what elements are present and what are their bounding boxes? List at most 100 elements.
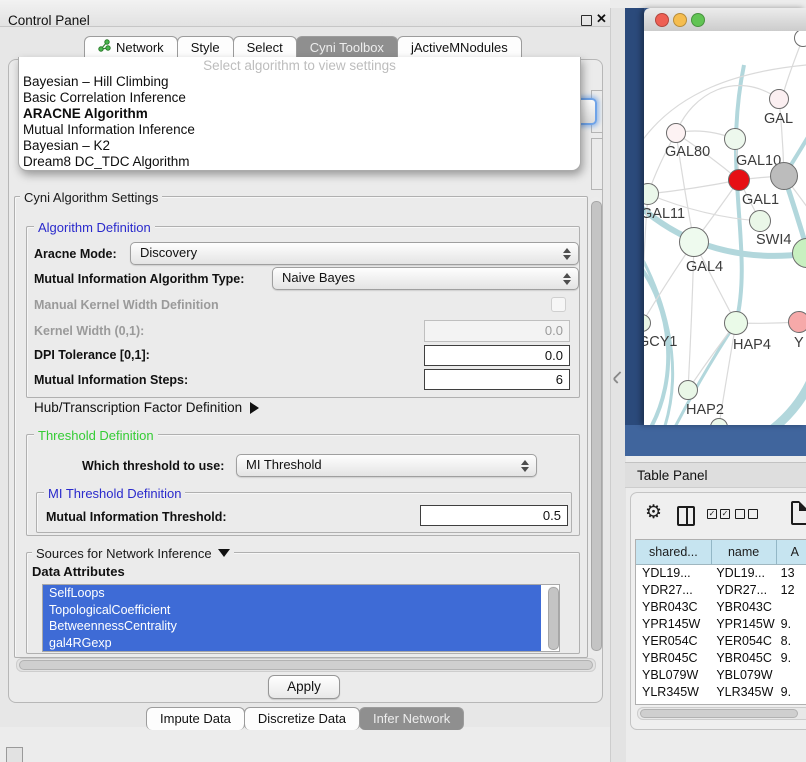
network-node[interactable]: [770, 162, 798, 190]
settings-horizontal-scrollbar[interactable]: [16, 658, 596, 672]
tab-cyni-toolbox[interactable]: Cyni Toolbox: [296, 36, 398, 58]
network-canvas[interactable]: GALGAL80GAL10GAL1GAL11SWI4GAL4GCY1HAP4YH…: [644, 31, 806, 425]
table-cell[interactable]: YBL079W: [710, 667, 774, 684]
attribute-item-topologicalcoefficient[interactable]: TopologicalCoefficient: [43, 602, 541, 619]
tab-impute-data[interactable]: Impute Data: [146, 707, 245, 730]
collapsed-panel-icon[interactable]: [6, 747, 23, 762]
close-traffic-light[interactable]: [655, 13, 669, 27]
scrollbar-thumb[interactable]: [591, 201, 602, 651]
table-cell[interactable]: YLR345W: [636, 684, 710, 701]
table-horizontal-scrollbar[interactable]: [637, 707, 806, 720]
table-cell[interactable]: YBR045C: [710, 650, 774, 667]
table-cell[interactable]: [775, 599, 806, 616]
tab-style[interactable]: Style: [177, 36, 234, 58]
attribute-item-selfloops[interactable]: SelfLoops: [43, 585, 541, 602]
mi-type-combobox[interactable]: Naive Bayes: [272, 267, 579, 290]
network-node-gal[interactable]: [769, 89, 789, 109]
table-row[interactable]: YDR27...YDR27...12: [636, 582, 806, 599]
scrollbar-thumb[interactable]: [19, 660, 593, 670]
table-cell[interactable]: 13: [775, 565, 806, 582]
table-row[interactable]: YBR043CYBR043C: [636, 599, 806, 616]
algorithm-option-basic-correlation-inference[interactable]: Basic Correlation Inference: [19, 90, 580, 106]
new-document-icon[interactable]: [791, 501, 806, 525]
algorithm-option-bayesian-hill-climbing[interactable]: Bayesian – Hill Climbing: [19, 74, 580, 90]
table-cell[interactable]: 9.: [775, 650, 806, 667]
dpi-tolerance-input[interactable]: 0.0: [424, 345, 570, 366]
table-cell[interactable]: 9.: [775, 616, 806, 633]
algorithm-option-mutual-information-inference[interactable]: Mutual Information Inference: [19, 122, 580, 138]
network-node-swi4[interactable]: [749, 210, 771, 232]
tab-discretize-data[interactable]: Discretize Data: [244, 707, 360, 730]
mi-threshold-input[interactable]: 0.5: [420, 505, 568, 526]
table-cell[interactable]: YDL19...: [710, 565, 774, 582]
table-cell[interactable]: YLR345W: [710, 684, 774, 701]
algorithm-option-bayesian-k2[interactable]: Bayesian – K2: [19, 138, 580, 154]
table-cell[interactable]: YDR27...: [710, 582, 774, 599]
split-columns-icon[interactable]: [677, 506, 695, 526]
which-threshold-combobox[interactable]: MI Threshold: [236, 454, 537, 477]
data-attributes-listbox[interactable]: SelfLoopsTopologicalCoefficientBetweenne…: [42, 584, 560, 652]
minimize-traffic-light[interactable]: [673, 13, 687, 27]
close-icon[interactable]: ✕: [596, 11, 607, 27]
deselect-checkbox-icon[interactable]: [748, 509, 758, 519]
select-all-checkbox-icon[interactable]: ✓: [720, 509, 730, 519]
network-node-gal1[interactable]: [728, 169, 750, 191]
tab-jactivemnodules[interactable]: jActiveMNodules: [397, 36, 522, 58]
network-node-hap2[interactable]: [678, 380, 698, 400]
table-cell[interactable]: YBR045C: [636, 650, 710, 667]
sources-group-title[interactable]: Sources for Network Inference: [32, 546, 234, 561]
table-row[interactable]: YBR045CYBR045C9.: [636, 650, 806, 667]
table-row[interactable]: YLR345WYLR345W9.: [636, 684, 806, 701]
table-cell[interactable]: YBR043C: [710, 599, 774, 616]
algorithm-option-aracne-algorithm[interactable]: ARACNE Algorithm: [19, 106, 580, 122]
panel-splitter[interactable]: [610, 8, 626, 762]
scrollbar-thumb[interactable]: [640, 709, 798, 718]
table-row[interactable]: YJL052CYJL052C9.: [636, 701, 806, 704]
table-cell[interactable]: YBR043C: [636, 599, 710, 616]
table-cell[interactable]: YER054C: [710, 633, 774, 650]
tab-select[interactable]: Select: [233, 36, 297, 58]
column-header-a[interactable]: A: [777, 540, 806, 564]
network-node-gal4[interactable]: [679, 227, 709, 257]
hub-definition-toggle[interactable]: Hub/Transcription Factor Definition: [34, 400, 259, 415]
network-node-gal10[interactable]: [724, 128, 746, 150]
mi-steps-input[interactable]: 6: [424, 369, 570, 390]
network-view-window[interactable]: GALGAL80GAL10GAL1GAL11SWI4GAL4GCY1HAP4YH…: [644, 8, 806, 425]
table-cell[interactable]: YJL052C: [636, 701, 710, 704]
table-cell[interactable]: YDL19...: [636, 565, 710, 582]
table-cell[interactable]: YPR145W: [636, 616, 710, 633]
float-window-icon[interactable]: [581, 15, 592, 26]
deselect-checkbox-icon[interactable]: [735, 509, 745, 519]
table-cell[interactable]: YER054C: [636, 633, 710, 650]
manual-kernel-checkbox[interactable]: [551, 297, 566, 312]
table-row[interactable]: YBL079WYBL079W: [636, 667, 806, 684]
table-cell[interactable]: YDR27...: [636, 582, 710, 599]
zoom-traffic-light[interactable]: [691, 13, 705, 27]
apply-button[interactable]: Apply: [268, 675, 340, 699]
settings-gear-icon[interactable]: ⚙: [645, 503, 662, 522]
table-cell[interactable]: [775, 667, 806, 684]
table-cell[interactable]: YJL052C: [710, 701, 774, 704]
network-node-gal80[interactable]: [666, 123, 686, 143]
attribute-item-gal4rgexp[interactable]: gal4RGexp: [43, 635, 541, 652]
table-cell[interactable]: 8.: [775, 633, 806, 650]
kernel-width-input[interactable]: 0.0: [424, 320, 570, 342]
tab-network[interactable]: Network: [84, 36, 178, 58]
table-row[interactable]: YER054CYER054C8.: [636, 633, 806, 650]
network-node-hap4[interactable]: [724, 311, 748, 335]
table-cell[interactable]: YPR145W: [710, 616, 774, 633]
table-row[interactable]: YPR145WYPR145W9.: [636, 616, 806, 633]
settings-vertical-scrollbar[interactable]: [590, 197, 602, 655]
network-window-titlebar[interactable]: [644, 8, 806, 32]
column-header-shared-[interactable]: shared...: [636, 540, 712, 564]
select-all-checkbox-icon[interactable]: ✓: [707, 509, 717, 519]
scrollbar-thumb[interactable]: [548, 587, 559, 650]
table-cell[interactable]: 9.: [775, 701, 806, 704]
table-cell[interactable]: 12: [775, 582, 806, 599]
tab-infer-network[interactable]: Infer Network: [359, 707, 464, 730]
network-node-y[interactable]: [788, 311, 806, 333]
table-cell[interactable]: 9.: [775, 684, 806, 701]
table-row[interactable]: YDL19...YDL19...13: [636, 565, 806, 582]
listbox-scrollbar[interactable]: [548, 586, 558, 650]
algorithm-option-dream8-dc-tdc-algorithm[interactable]: Dream8 DC_TDC Algorithm: [19, 154, 580, 170]
